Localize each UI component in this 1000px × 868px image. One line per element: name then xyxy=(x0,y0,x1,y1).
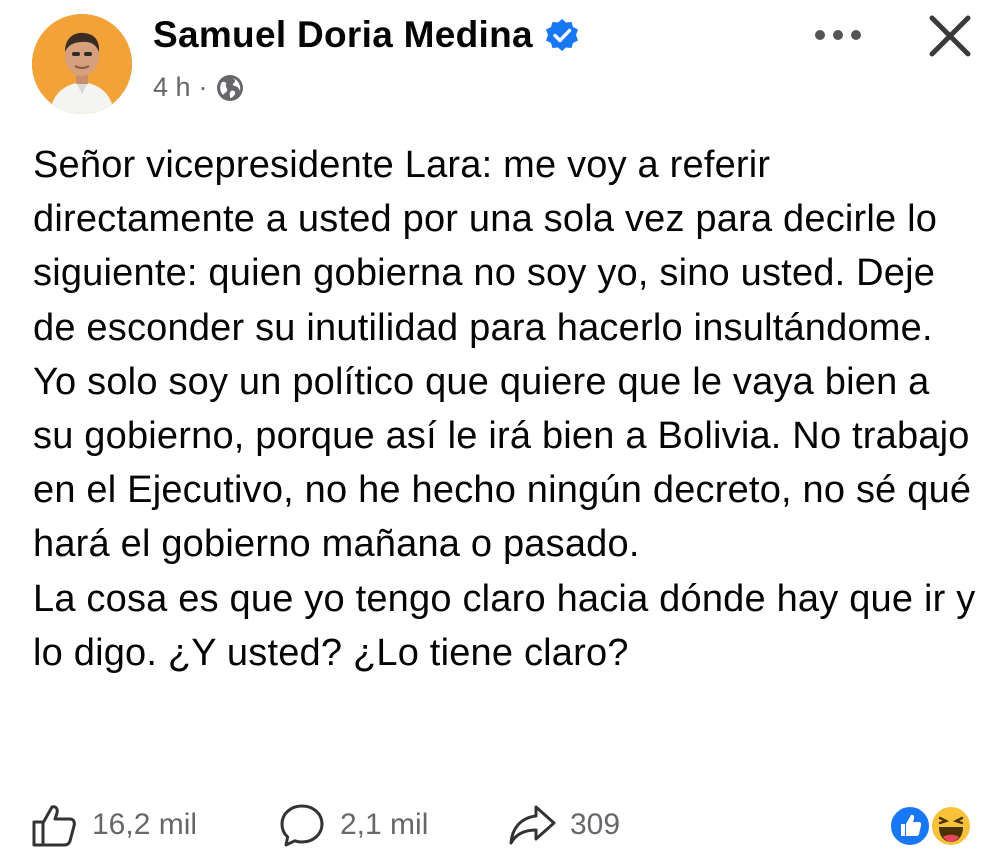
action-bar: 16,2 mil 2,1 mil 309 xyxy=(0,795,1000,855)
close-icon[interactable] xyxy=(926,12,974,60)
comment-bubble-icon xyxy=(280,804,324,847)
comment-button[interactable]: 2,1 mil xyxy=(278,795,428,855)
post-paragraph: La cosa es que yo tengo claro hacia dónd… xyxy=(33,577,976,674)
haha-reaction-icon xyxy=(930,805,972,847)
verified-badge-icon xyxy=(545,19,578,51)
author-name[interactable]: Samuel Doria Medina xyxy=(153,14,533,56)
post-body: Señor vicepresidente Lara: me voy a refe… xyxy=(33,138,978,680)
comment-count: 2,1 mil xyxy=(340,808,429,841)
avatar-portrait xyxy=(32,14,132,114)
share-count: 309 xyxy=(570,808,621,841)
thumbs-up-icon xyxy=(32,805,76,847)
like-count: 16,2 mil xyxy=(92,808,198,841)
more-options-icon[interactable] xyxy=(810,20,866,50)
post-meta: 4 h · xyxy=(153,72,244,103)
share-button[interactable]: 309 xyxy=(508,795,620,855)
post-paragraph: Yo solo soy un político que quiere que l… xyxy=(33,360,972,566)
meta-separator: · xyxy=(198,72,208,102)
reactions-summary[interactable] xyxy=(888,803,974,849)
like-reaction-icon xyxy=(889,805,931,847)
post-header: Samuel Doria Medina 4 h · xyxy=(0,0,1000,125)
share-arrow-icon xyxy=(509,805,556,845)
author-row: Samuel Doria Medina xyxy=(153,14,579,56)
avatar[interactable] xyxy=(32,14,132,114)
like-button[interactable]: 16,2 mil xyxy=(30,795,197,855)
globe-icon xyxy=(216,74,243,101)
post-time[interactable]: 4 h xyxy=(153,72,191,103)
post-paragraph: Señor vicepresidente Lara: me voy a refe… xyxy=(33,144,938,349)
